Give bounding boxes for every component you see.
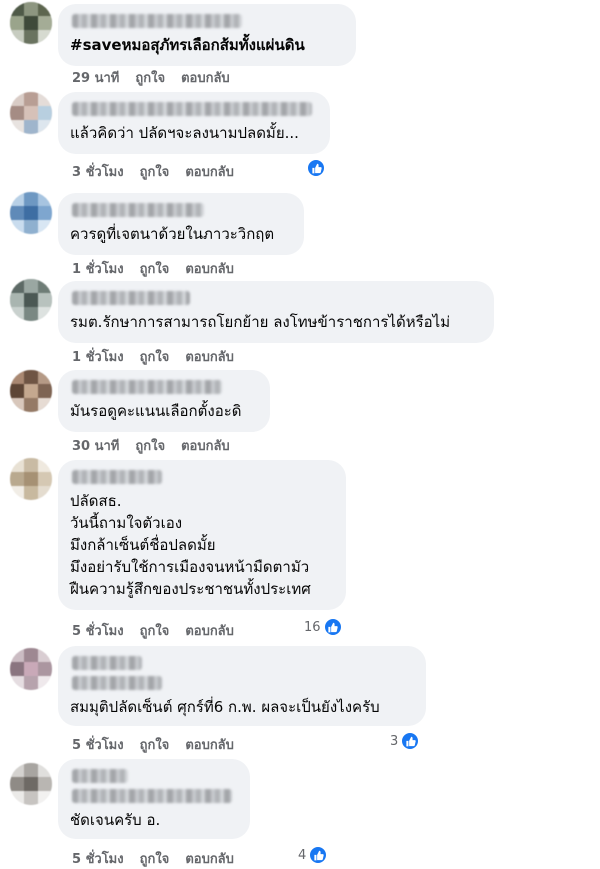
- reaction-summary[interactable]: [306, 158, 326, 178]
- comment-text: ปลัดสธ. วันนี้ถามใจตัวเอง มึงกล้าเซ็นต์ช…: [70, 492, 311, 598]
- like-button[interactable]: ถูกใจ: [140, 258, 170, 279]
- comment-bubble: รมต.รักษาการสามารถโยกย้าย ลงโทษข้าราชการ…: [58, 281, 494, 343]
- commenter-name[interactable]: [72, 769, 128, 783]
- commenter-name[interactable]: [72, 380, 222, 394]
- reaction-summary[interactable]: 16: [304, 617, 343, 637]
- avatar[interactable]: [10, 92, 52, 134]
- commenter-name-line2: [72, 789, 232, 803]
- comment-actions: 29 นาที ถูกใจ ตอบกลับ: [72, 67, 230, 88]
- comment-actions: 5 ชั่วโมง ถูกใจ ตอบกลับ: [72, 620, 234, 641]
- like-button[interactable]: ถูกใจ: [140, 346, 170, 367]
- comment-time[interactable]: 30 นาที: [72, 435, 119, 456]
- like-button[interactable]: ถูกใจ: [140, 161, 170, 182]
- reply-button[interactable]: ตอบกลับ: [185, 161, 234, 182]
- comment-time[interactable]: 29 นาที: [72, 67, 119, 88]
- like-reaction-icon: [308, 845, 329, 865]
- comment-actions: 1 ชั่วโมง ถูกใจ ตอบกลับ: [72, 346, 234, 367]
- reaction-count: 4: [298, 847, 307, 863]
- comment-bubble: ปลัดสธ. วันนี้ถามใจตัวเอง มึงกล้าเซ็นต์ช…: [58, 460, 346, 610]
- like-button[interactable]: ถูกใจ: [140, 734, 170, 755]
- comment-bubble: #saveหมอสุภัทรเลือกส้มทั้งแผ่นดิน: [58, 4, 356, 66]
- like-button[interactable]: ถูกใจ: [135, 435, 165, 456]
- like-button[interactable]: ถูกใจ: [140, 620, 170, 641]
- avatar[interactable]: [10, 648, 52, 690]
- comment-actions: 1 ชั่วโมง ถูกใจ ตอบกลับ: [72, 258, 234, 279]
- comment-actions: 3 ชั่วโมง ถูกใจ ตอบกลับ: [72, 161, 234, 182]
- comment-text: สมมุติปลัดเซ็นต์ ศุกร์ที่6 ก.พ. ผลจะเป็น…: [70, 698, 380, 716]
- like-reaction-icon: [322, 617, 343, 637]
- comment-time[interactable]: 5 ชั่วโมง: [72, 734, 124, 755]
- commenter-name[interactable]: [72, 203, 204, 217]
- comment-actions: 30 นาที ถูกใจ ตอบกลับ: [72, 435, 230, 456]
- avatar[interactable]: [10, 763, 52, 805]
- comment-text: มันรอดูคะแนนเลือกตั้งอะดิ: [70, 402, 242, 420]
- commenter-name[interactable]: [72, 470, 162, 484]
- like-reaction-icon: [400, 731, 421, 751]
- comment-bubble: ควรดูที่เจตนาด้วยในภาวะวิกฤต: [58, 193, 304, 255]
- reaction-count: 16: [304, 619, 321, 635]
- commenter-name[interactable]: [72, 291, 190, 305]
- comment-text: ชัดเจนครับ อ.: [70, 811, 161, 829]
- commenter-name[interactable]: [72, 14, 242, 28]
- reply-button[interactable]: ตอบกลับ: [185, 734, 234, 755]
- like-button[interactable]: ถูกใจ: [135, 67, 165, 88]
- reaction-summary[interactable]: 3: [390, 731, 421, 751]
- comment-time[interactable]: 1 ชั่วโมง: [72, 258, 124, 279]
- avatar[interactable]: [10, 279, 52, 321]
- comment-time[interactable]: 3 ชั่วโมง: [72, 161, 124, 182]
- reply-button[interactable]: ตอบกลับ: [185, 620, 234, 641]
- reply-button[interactable]: ตอบกลับ: [185, 346, 234, 367]
- comment-text: รมต.รักษาการสามารถโยกย้าย ลงโทษข้าราชการ…: [70, 313, 451, 331]
- comment-bubble: สมมุติปลัดเซ็นต์ ศุกร์ที่6 ก.พ. ผลจะเป็น…: [58, 646, 426, 726]
- comment-bubble: ชัดเจนครับ อ.: [58, 759, 250, 839]
- comment-text: #saveหมอสุภัทรเลือกส้มทั้งแผ่นดิน: [70, 36, 305, 54]
- commenter-name[interactable]: [72, 656, 142, 670]
- comment-text: แล้วคิดว่า ปลัดฯจะลงนามปลดมั้ย...: [70, 124, 299, 142]
- avatar[interactable]: [10, 2, 52, 44]
- reply-button[interactable]: ตอบกลับ: [185, 258, 234, 279]
- like-reaction-icon: [306, 158, 326, 178]
- avatar[interactable]: [10, 458, 52, 500]
- reaction-count: 3: [390, 733, 399, 749]
- comment-bubble: แล้วคิดว่า ปลัดฯจะลงนามปลดมั้ย...: [58, 92, 330, 154]
- reaction-summary[interactable]: 4: [298, 845, 329, 865]
- comment-bubble: มันรอดูคะแนนเลือกตั้งอะดิ: [58, 370, 270, 432]
- comment-text: ควรดูที่เจตนาด้วยในภาวะวิกฤต: [70, 225, 275, 243]
- comment-time[interactable]: 1 ชั่วโมง: [72, 346, 124, 367]
- commenter-name-line2: [72, 676, 162, 690]
- commenter-name[interactable]: [72, 102, 312, 116]
- avatar[interactable]: [10, 192, 52, 234]
- comment-actions: 5 ชั่วโมง ถูกใจ ตอบกลับ: [72, 734, 234, 755]
- avatar[interactable]: [10, 370, 52, 412]
- comment-time[interactable]: 5 ชั่วโมง: [72, 620, 124, 641]
- reply-button[interactable]: ตอบกลับ: [181, 67, 230, 88]
- reply-button[interactable]: ตอบกลับ: [181, 435, 230, 456]
